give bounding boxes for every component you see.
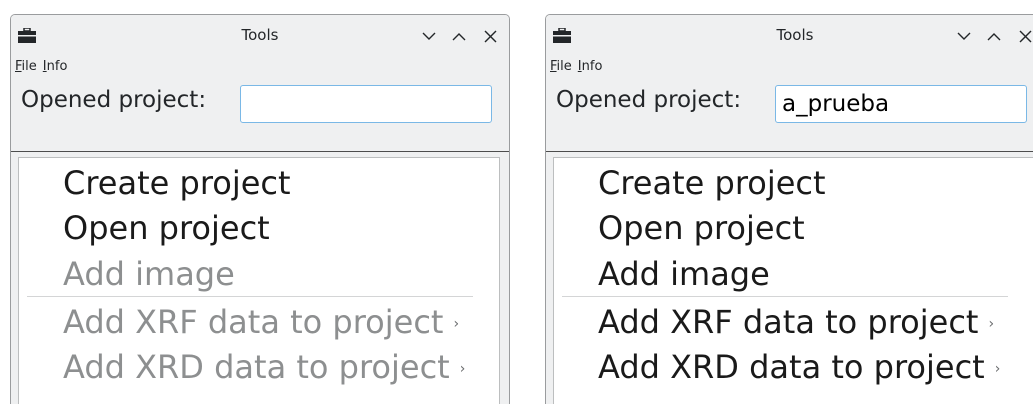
tools-window-right: Tools File Info Opened project: Create p… <box>545 14 1033 404</box>
add-image-action[interactable]: Add image <box>598 255 770 293</box>
menu-file-label: ile <box>21 58 37 74</box>
add-xrf-data-action[interactable]: Add XRF data to project › <box>598 303 994 343</box>
add-xrd-data-action[interactable]: Add XRD data to project › <box>598 348 1000 388</box>
add-image-action[interactable]: Add image <box>63 255 235 293</box>
project-row: Opened project: <box>11 77 509 129</box>
chevron-down-icon <box>957 32 971 40</box>
separator <box>546 151 1033 152</box>
menu-info[interactable]: Info <box>578 59 603 74</box>
opened-project-field[interactable] <box>240 85 492 123</box>
add-xrf-data-action[interactable]: Add XRF data to project › <box>63 303 459 343</box>
minimize-button[interactable] <box>418 25 440 47</box>
actions-list: Create project Open project Add image Ad… <box>553 157 1033 404</box>
chevron-right-icon: › <box>994 361 1001 377</box>
open-project-action[interactable]: Open project <box>598 209 805 247</box>
create-project-action[interactable]: Create project <box>598 164 826 202</box>
maximize-button[interactable] <box>448 25 470 47</box>
tools-window-left: Tools File Info Opened project: Create p… <box>10 14 510 404</box>
menu-file[interactable]: File <box>15 59 37 74</box>
project-row: Opened project: <box>546 77 1033 129</box>
menu-bar: File Info <box>11 55 509 77</box>
add-xrd-data-label: Add XRD data to project <box>63 348 450 386</box>
menu-info-label: nfo <box>581 58 603 74</box>
chevron-down-icon <box>422 32 436 40</box>
close-button[interactable] <box>479 25 501 47</box>
menu-file-label: ile <box>556 58 572 74</box>
add-xrf-data-label: Add XRF data to project <box>63 303 444 341</box>
add-xrd-data-label: Add XRD data to project <box>598 348 985 386</box>
chevron-right-icon: › <box>988 316 995 332</box>
actions-separator <box>562 296 1008 297</box>
close-button[interactable] <box>1014 25 1033 47</box>
menu-info[interactable]: Info <box>43 59 68 74</box>
maximize-button[interactable] <box>983 25 1005 47</box>
create-project-action[interactable]: Create project <box>63 164 291 202</box>
opened-project-field[interactable] <box>775 85 1027 123</box>
opened-project-label: Opened project: <box>21 87 207 113</box>
title-bar[interactable]: Tools <box>11 15 509 55</box>
title-bar[interactable]: Tools <box>546 15 1033 55</box>
menu-bar: File Info <box>546 55 1033 77</box>
chevron-up-icon <box>452 32 466 40</box>
close-icon <box>1019 30 1031 42</box>
chevron-up-icon <box>987 32 1001 40</box>
chevron-right-icon: › <box>459 361 466 377</box>
add-xrd-data-action[interactable]: Add XRD data to project › <box>63 348 465 388</box>
menu-file[interactable]: File <box>550 59 572 74</box>
minimize-button[interactable] <box>953 25 975 47</box>
actions-separator <box>27 296 473 297</box>
add-xrf-data-label: Add XRF data to project <box>598 303 979 341</box>
actions-list: Create project Open project Add image Ad… <box>18 157 500 404</box>
chevron-right-icon: › <box>453 316 460 332</box>
close-icon <box>484 30 496 42</box>
separator <box>11 151 509 152</box>
opened-project-label: Opened project: <box>556 87 742 113</box>
menu-info-label: nfo <box>46 58 68 74</box>
open-project-action[interactable]: Open project <box>63 209 270 247</box>
